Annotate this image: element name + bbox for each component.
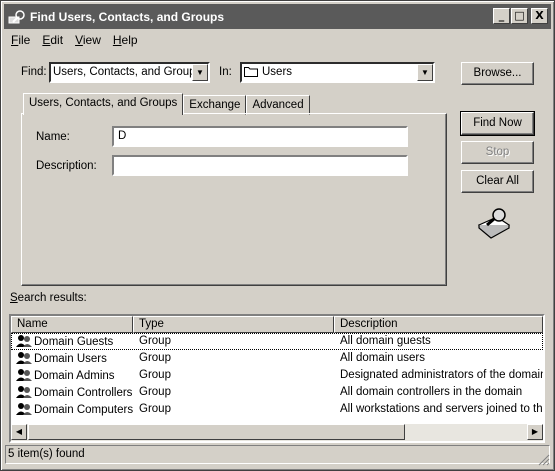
maximize-button[interactable]: □ xyxy=(511,8,528,24)
cell-type: Group xyxy=(139,352,171,364)
table-row[interactable]: Domain Computers Group All workstations an… xyxy=(11,401,543,418)
close-button[interactable]: X xyxy=(531,8,548,24)
table-row[interactable]: Domain Users Group All domain users xyxy=(11,350,543,367)
name-field[interactable]: D xyxy=(112,126,408,147)
menu-bar: File Edit View Help xyxy=(11,33,138,47)
results-header: Name Type Description xyxy=(11,316,543,333)
row-name: Domain Guests xyxy=(34,336,114,348)
column-header-description[interactable]: Description xyxy=(334,316,543,333)
find-type-dropdown-icon[interactable]: ▼ xyxy=(192,64,208,81)
find-now-button[interactable]: Find Now xyxy=(460,111,535,136)
row-name: Domain Users xyxy=(34,353,107,365)
table-row[interactable]: Domain Guests Group All domain guests xyxy=(11,333,543,350)
cell-type: Group xyxy=(139,369,171,381)
menu-help[interactable]: Help xyxy=(113,33,138,47)
in-location-dropdown-icon[interactable]: ▼ xyxy=(417,64,433,81)
scroll-right-button[interactable]: ▶ xyxy=(527,424,543,440)
find-label: Find: xyxy=(21,66,47,78)
folder-icon xyxy=(244,67,258,77)
in-location-value: Users xyxy=(262,66,293,78)
description-label: Description: xyxy=(36,160,97,172)
results-list[interactable]: Name Type Description Domain Guests Group… xyxy=(9,314,545,443)
magnifier-icon xyxy=(477,208,511,239)
title-bar[interactable]: Find Users, Contacts, and Groups _ □ X xyxy=(4,4,551,29)
group-icon xyxy=(15,367,33,382)
menu-file[interactable]: File xyxy=(11,33,30,47)
row-name: Domain Computers xyxy=(34,404,133,416)
cell-name: Domain Guests xyxy=(11,333,133,350)
cell-description: All domain users xyxy=(340,352,426,364)
find-users-window: Find Users, Contacts, and Groups _ □ X F… xyxy=(0,0,555,471)
row-name: Domain Admins xyxy=(34,370,115,382)
cell-name: Domain Computers xyxy=(11,401,133,418)
browse-button[interactable]: Browse... xyxy=(461,62,534,85)
stop-button[interactable]: Stop xyxy=(461,141,534,164)
cell-type: Group xyxy=(139,386,171,398)
scroll-thumb[interactable] xyxy=(28,424,405,440)
status-bar: 5 item(s) found xyxy=(5,445,550,464)
cell-name: Domain Controllers xyxy=(11,384,133,401)
clear-all-button[interactable]: Clear All xyxy=(461,170,534,193)
column-header-name[interactable]: Name xyxy=(11,316,133,333)
group-icon xyxy=(15,401,33,416)
table-row[interactable]: Domain Controllers Group All domain contro… xyxy=(11,384,543,401)
cell-type: Group xyxy=(139,335,171,347)
window-title: Find Users, Contacts, and Groups xyxy=(30,9,225,24)
in-label: In: xyxy=(219,66,232,78)
menu-view[interactable]: View xyxy=(75,33,101,47)
tab-panel: Name: D Description: xyxy=(21,113,447,286)
cell-description: All domain guests xyxy=(340,335,431,347)
cell-type: Group xyxy=(139,403,171,415)
menu-edit[interactable]: Edit xyxy=(42,33,63,47)
group-icon xyxy=(15,384,33,399)
group-icon xyxy=(15,333,33,348)
row-name: Domain Controllers xyxy=(34,387,133,399)
group-icon xyxy=(15,350,33,365)
tab-users-contacts-groups[interactable]: Users, Contacts, and Groups xyxy=(23,93,184,115)
tab-strip: Users, Contacts, and Groups Exchange Adv… xyxy=(23,93,310,115)
column-header-type[interactable]: Type xyxy=(133,316,334,333)
minimize-button[interactable]: _ xyxy=(493,8,510,24)
cell-description: All domain controllers in the domain xyxy=(340,386,523,398)
name-label: Name: xyxy=(36,131,70,143)
description-field[interactable] xyxy=(112,155,408,176)
cell-name: Domain Admins xyxy=(11,367,133,384)
resize-grip-icon[interactable] xyxy=(538,454,550,466)
in-location-select[interactable]: Users ▼ xyxy=(240,62,435,83)
tab-exchange[interactable]: Exchange xyxy=(183,95,247,115)
cell-name: Domain Users xyxy=(11,350,133,367)
find-users-icon xyxy=(8,9,25,23)
table-row[interactable]: Domain Admins Group Designated administrat… xyxy=(11,367,543,384)
cell-description: Designated administrators of the domain xyxy=(340,369,543,381)
search-results-label: Search results: xyxy=(10,292,87,304)
horizontal-scrollbar[interactable]: ◀ ▶ xyxy=(11,424,543,441)
find-type-value: Users, Contacts, and Groups xyxy=(53,66,202,78)
cell-description: All workstations and servers joined to t… xyxy=(340,403,543,415)
find-type-select[interactable]: Users, Contacts, and Groups ▼ xyxy=(49,62,210,83)
scroll-left-button[interactable]: ◀ xyxy=(11,424,27,440)
tab-advanced[interactable]: Advanced xyxy=(246,95,310,115)
